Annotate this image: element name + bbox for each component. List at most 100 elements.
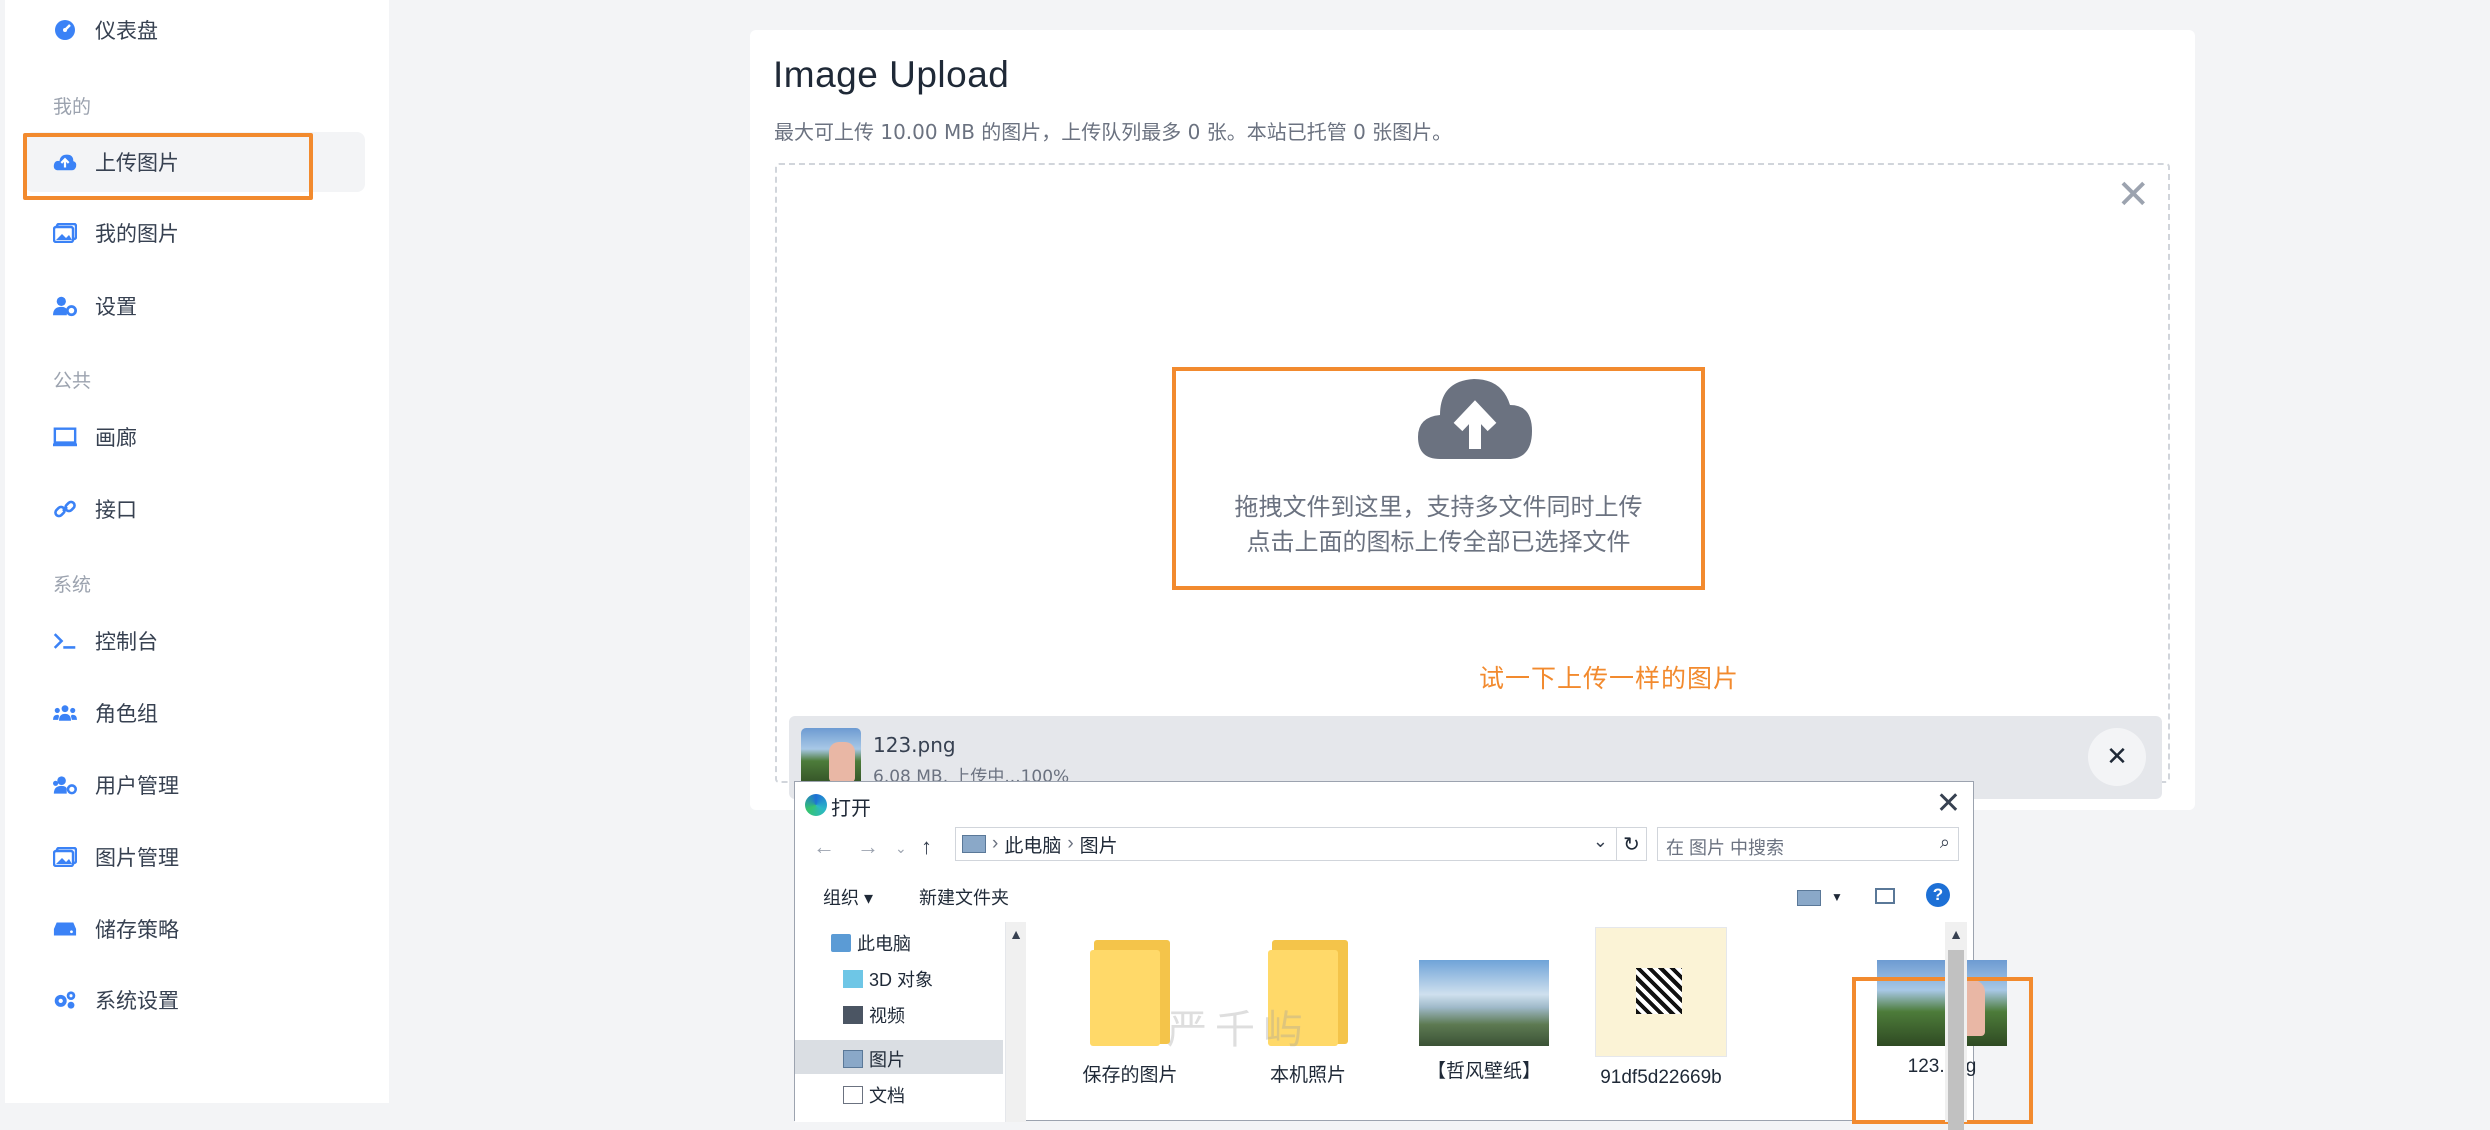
video-icon — [843, 1006, 863, 1024]
sidebar-item-settings[interactable]: 设置 — [5, 276, 365, 336]
sidebar-item-my-images[interactable]: 我的图片 — [5, 203, 365, 263]
sidebar-item-role-group[interactable]: 角色组 — [5, 683, 365, 743]
breadcrumb-pictures[interactable]: 图片 — [1080, 831, 1118, 858]
cloud-upload-icon[interactable] — [1416, 375, 1534, 467]
up-arrow-icon[interactable]: ↑ — [921, 834, 932, 860]
tree-item-label: 视频 — [869, 1006, 905, 1026]
remove-file-button[interactable]: ✕ — [2088, 728, 2146, 786]
tree-item-pictures[interactable]: 图片 — [843, 1046, 905, 1072]
tree-scrollbar[interactable]: ▲ — [1005, 922, 1026, 1122]
sidebar-item-console[interactable]: 控制台 — [5, 611, 365, 671]
sidebar-item-label: 设置 — [95, 295, 137, 319]
tree-item-label: 图片 — [869, 1050, 905, 1070]
computer-icon — [831, 934, 851, 952]
preview-pane-icon[interactable] — [1875, 888, 1895, 904]
sidebar-item-label: 仪表盘 — [95, 19, 158, 43]
dropzone[interactable]: ✕ 拖拽文件到这里，支持多文件同时上传 点击上面的图标上传全部已选择文件 试一下… — [775, 163, 2170, 799]
edge-browser-icon — [805, 794, 827, 816]
drop-area-highlight[interactable]: 拖拽文件到这里，支持多文件同时上传 点击上面的图标上传全部已选择文件 — [1172, 367, 1705, 590]
sidebar-item-label: 角色组 — [95, 702, 158, 726]
tree-item-this-pc[interactable]: 此电脑 — [831, 930, 911, 956]
file-item-saved-pictures[interactable]: 保存的图片 — [1055, 932, 1205, 1087]
scroll-up-icon[interactable]: ▲ — [1006, 926, 1026, 942]
sidebar-item-system-settings[interactable]: 系统设置 — [5, 970, 365, 1030]
pictures-folder-icon — [962, 835, 986, 853]
file-thumbnail — [801, 728, 861, 788]
sidebar-item-storage-policy[interactable]: 储存策略 — [5, 899, 365, 959]
cloud-upload-icon — [53, 150, 77, 174]
view-dropdown-icon[interactable]: ▼ — [1831, 890, 1843, 904]
sidebar-item-gallery[interactable]: 画廊 — [5, 407, 365, 467]
sidebar-item-upload[interactable]: 上传图片 — [25, 132, 365, 192]
search-placeholder: 在 图片 中搜索 — [1666, 838, 1785, 858]
sidebar-item-label: 接口 — [95, 498, 137, 522]
annotation-text: 试一下上传一样的图片 — [1479, 664, 1740, 693]
view-options-icon[interactable] — [1797, 890, 1821, 906]
group-title-system: 系统 — [53, 574, 92, 596]
group-title-mine: 我的 — [53, 96, 92, 118]
dashboard-icon — [53, 18, 77, 42]
file-item-qr-image[interactable]: 91df5d22669b — [1586, 927, 1736, 1089]
tree-item-3d-objects[interactable]: 3D 对象 — [843, 966, 933, 992]
file-selection-highlight — [1852, 977, 2033, 1124]
chevron-down-icon[interactable]: ⌄ — [1593, 831, 1608, 852]
storage-icon — [53, 917, 77, 941]
organize-menu[interactable]: 组织 ▾ — [823, 884, 873, 910]
drop-instruction-line1: 拖拽文件到这里，支持多文件同时上传 — [1234, 493, 1643, 521]
tree-item-label: 此电脑 — [857, 934, 911, 954]
user-manage-icon — [53, 773, 77, 797]
close-icon[interactable]: ✕ — [1936, 786, 1961, 821]
image-thumbnail — [1595, 927, 1727, 1057]
new-folder-button[interactable]: 新建文件夹 — [919, 884, 1009, 910]
folder-icon — [1268, 932, 1348, 1046]
page-title: Image Upload — [773, 54, 1010, 95]
system-settings-icon — [53, 988, 77, 1012]
sidebar-item-image-management[interactable]: 图片管理 — [5, 827, 365, 887]
help-icon[interactable]: ? — [1926, 883, 1950, 907]
scroll-thumb[interactable] — [1948, 950, 1964, 1130]
sidebar-item-label: 系统设置 — [95, 989, 179, 1013]
cube-icon — [843, 970, 863, 988]
search-icon: ⌕ — [1939, 832, 1950, 852]
folder-icon — [1090, 932, 1170, 1046]
sidebar-item-api[interactable]: 接口 — [5, 479, 365, 539]
file-item-camera-roll[interactable]: 本机照片 — [1233, 932, 1383, 1087]
back-arrow-icon[interactable]: ← — [813, 834, 835, 860]
file-item-label: 保存的图片 — [1082, 1065, 1178, 1086]
tree-item-label: 文档 — [869, 1086, 905, 1106]
pictures-icon — [843, 1050, 863, 1068]
dialog-title: 打开 — [831, 798, 871, 820]
file-item-label: 【哲风壁纸】 — [1426, 1061, 1541, 1082]
search-input[interactable]: 在 图片 中搜索 ⌕ — [1657, 827, 1959, 861]
sidebar: 仪表盘 我的 上传图片 我的图片 设置 公共 画廊 接口 系统 控制台 角色组 … — [5, 0, 389, 1103]
address-bar[interactable]: › 此电脑 › 图片 ⌄ — [955, 827, 1617, 861]
grid-scrollbar[interactable]: ▲ — [1945, 922, 1967, 1130]
sidebar-item-dashboard[interactable]: 仪表盘 — [5, 0, 365, 60]
tree-item-videos[interactable]: 视频 — [843, 1002, 905, 1028]
document-icon — [843, 1086, 863, 1104]
sidebar-item-label: 上传图片 — [95, 151, 179, 175]
file-item-wallpaper[interactable]: 【哲风壁纸】 — [1409, 932, 1559, 1083]
file-name: 123.png — [873, 733, 956, 757]
sidebar-item-label: 用户管理 — [95, 774, 179, 798]
scroll-up-icon[interactable]: ▲ — [1945, 926, 1967, 942]
images-manage-icon — [53, 845, 77, 869]
file-item-label: 91df5d22669b — [1600, 1067, 1722, 1088]
recent-dropdown-icon[interactable]: ⌄ — [895, 840, 907, 857]
gallery-icon — [53, 425, 77, 449]
sidebar-item-label: 储存策略 — [95, 918, 179, 942]
file-item-label: 本机照片 — [1269, 1065, 1346, 1086]
sidebar-item-label: 我的图片 — [95, 222, 179, 246]
group-title-public: 公共 — [53, 370, 92, 392]
refresh-icon[interactable]: ↻ — [1617, 827, 1647, 861]
breadcrumb-this-pc[interactable]: 此电脑 — [1004, 831, 1061, 858]
clear-queue-icon[interactable]: ✕ — [2116, 175, 2150, 215]
tree-item-label: 3D 对象 — [869, 970, 934, 990]
forward-arrow-icon[interactable]: → — [857, 834, 879, 860]
sidebar-item-user-management[interactable]: 用户管理 — [5, 755, 365, 815]
drop-instruction-line2: 点击上面的图标上传全部已选择文件 — [1246, 528, 1631, 556]
breadcrumb-separator: › — [1067, 833, 1074, 854]
sidebar-item-label: 画廊 — [95, 426, 137, 450]
file-open-dialog: 打开 ✕ ← → ⌄ ↑ › 此电脑 › 图片 ⌄ ↻ 在 图片 中搜索 ⌕ 组… — [794, 781, 2033, 1130]
tree-item-documents[interactable]: 文档 — [843, 1082, 905, 1108]
